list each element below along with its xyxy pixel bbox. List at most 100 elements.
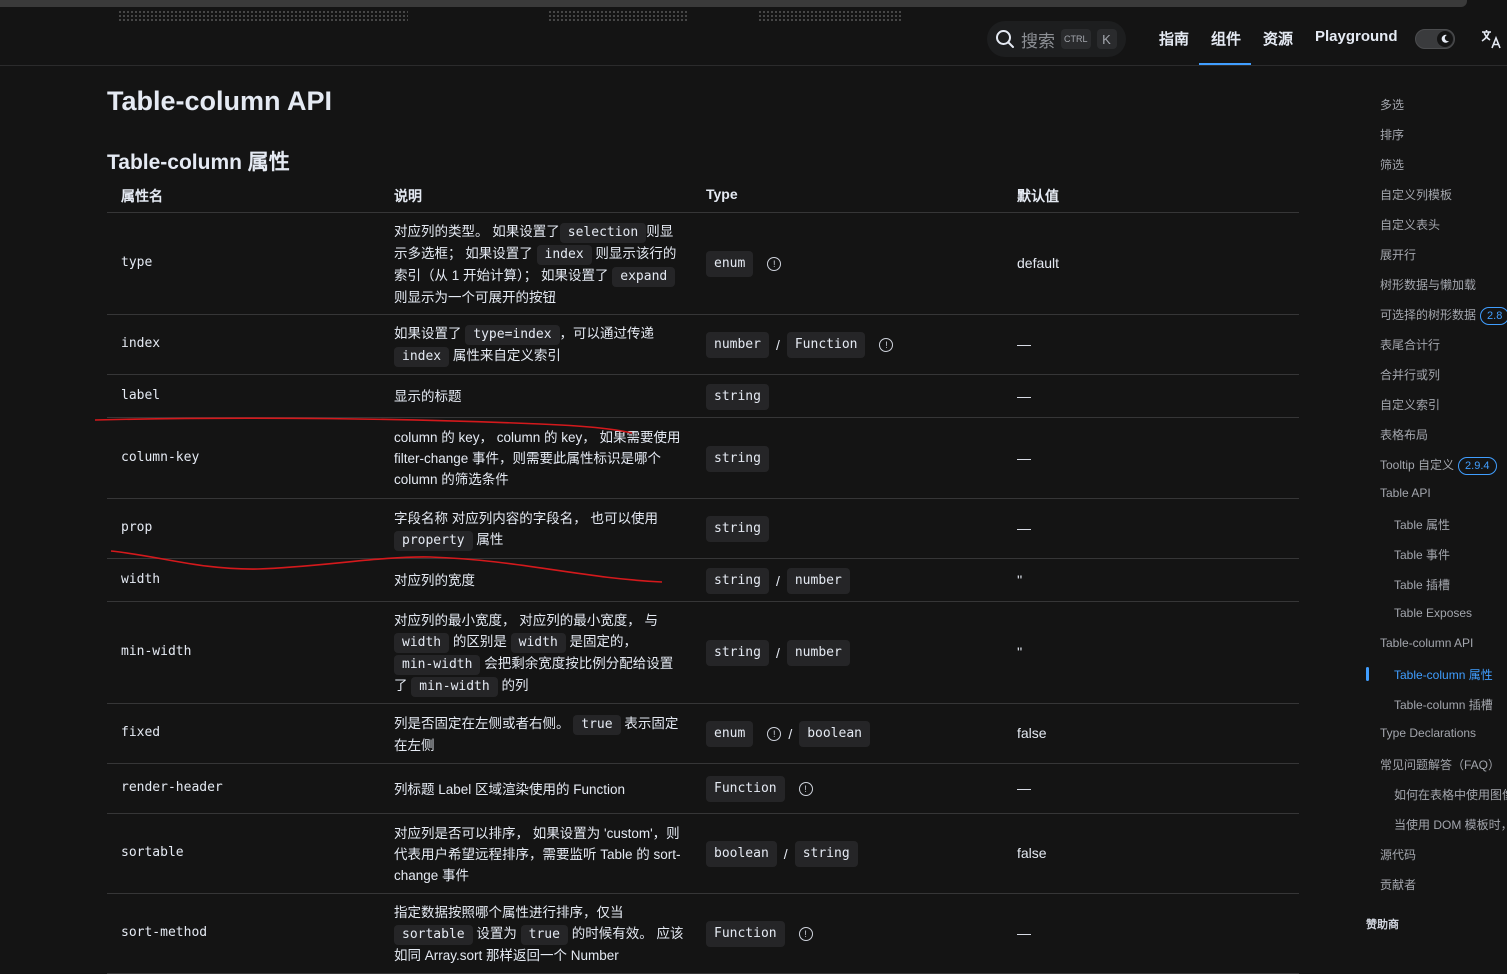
toc-item[interactable]: Table-column API bbox=[1380, 636, 1473, 650]
attr-description: 对应列的类型。 如果设置了 selection 则显示多选框； 如果设置了 inde… bbox=[394, 221, 684, 308]
toc-item[interactable]: 表格布局 bbox=[1380, 426, 1428, 443]
toc-item[interactable]: 树形数据与懒加载 bbox=[1380, 276, 1476, 293]
attr-type: string / number bbox=[706, 567, 850, 594]
type-badge: string bbox=[706, 445, 769, 472]
type-separator: / bbox=[775, 645, 780, 661]
info-icon[interactable]: ! bbox=[798, 927, 813, 941]
toc-item[interactable]: Table API bbox=[1380, 486, 1431, 500]
description-text: 对应列的最小宽度， 对应列的最小宽度， 与 bbox=[394, 612, 659, 628]
toc-item[interactable]: 多选 bbox=[1380, 96, 1404, 113]
search-button[interactable]: 搜索 CTRL K bbox=[987, 21, 1126, 57]
attr-description: 显示的标题 bbox=[394, 386, 684, 407]
type-badge: string bbox=[706, 567, 769, 594]
attr-default: — bbox=[1017, 780, 1031, 796]
toc-item[interactable]: 表尾合计行 bbox=[1380, 336, 1440, 353]
toc-item-label: Table API bbox=[1380, 486, 1431, 500]
header-type: Type bbox=[706, 186, 738, 202]
browser-scrollbar[interactable] bbox=[0, 0, 1467, 7]
attr-type: string bbox=[706, 383, 769, 410]
inline-code: min-width bbox=[394, 654, 481, 675]
attr-type: string bbox=[706, 445, 769, 472]
attr-description: 对应列的宽度 bbox=[394, 570, 684, 591]
inline-code: selection bbox=[559, 222, 647, 243]
info-icon[interactable]: ! bbox=[879, 338, 894, 352]
description-text: 的区别是 bbox=[449, 633, 511, 649]
version-badge: 2.8 bbox=[1480, 307, 1507, 325]
description-text: 属性 bbox=[472, 531, 504, 547]
toc-item[interactable]: Table 插槽 bbox=[1394, 576, 1450, 593]
nav-active-indicator bbox=[1199, 63, 1251, 65]
type-badge: number bbox=[706, 332, 769, 358]
toc-item[interactable]: 贡献者 bbox=[1380, 876, 1416, 893]
toc-item[interactable]: 筛选 bbox=[1380, 156, 1404, 173]
toc-item[interactable]: 展开行 bbox=[1380, 246, 1416, 263]
info-icon[interactable]: ! bbox=[767, 727, 782, 741]
toc-item-label: 如何在表格中使用图像 bbox=[1394, 788, 1507, 802]
toc-item[interactable]: 源代码 bbox=[1380, 846, 1416, 863]
page-title: Table-column API bbox=[107, 86, 333, 116]
attr-default: default bbox=[1017, 255, 1060, 271]
attr-name: sort-method bbox=[121, 925, 208, 940]
toc-item[interactable]: Type Declarations bbox=[1380, 726, 1476, 740]
toc-item-label: Table Exposes bbox=[1394, 606, 1473, 620]
toc-item-label: 筛选 bbox=[1380, 158, 1405, 172]
toc-item[interactable]: Table 事件 bbox=[1394, 546, 1450, 563]
pattern-decoration bbox=[118, 10, 408, 22]
toc-item-label: Table 插槽 bbox=[1394, 578, 1451, 592]
inline-code: true bbox=[573, 714, 621, 735]
toc-item-label: Type Declarations bbox=[1380, 726, 1477, 740]
toc-item[interactable]: 排序 bbox=[1380, 126, 1404, 143]
type-separator: / bbox=[783, 846, 788, 862]
toc-item[interactable]: Table-column 插槽 bbox=[1394, 696, 1493, 713]
description-text: 设置为 bbox=[472, 926, 521, 941]
nav-guide[interactable]: 指南 bbox=[1159, 28, 1189, 49]
attr-name: column-key bbox=[121, 449, 200, 465]
description-text: 对应列是否可以排序， 如果设置为 'custom'，则代表用户希望远程排序，需要… bbox=[394, 825, 681, 883]
header-default: 默认值 bbox=[1017, 188, 1059, 204]
nav-component[interactable]: 组件 bbox=[1211, 28, 1241, 49]
type-badge: Function bbox=[706, 776, 785, 802]
toc-item[interactable]: 如何在表格中使用图像 bbox=[1394, 786, 1507, 803]
description-text: ，可以通过传递 bbox=[559, 326, 655, 341]
description-text: 列是否固定在左侧或者右侧。 bbox=[394, 715, 574, 731]
toc-item[interactable]: 可选择的树形数据 2.8 bbox=[1380, 306, 1507, 325]
type-badge: enum bbox=[706, 251, 754, 277]
toc-item[interactable]: 自定义列模板 bbox=[1380, 186, 1452, 203]
toc-item[interactable]: Tooltip 自定义 2.9.4 bbox=[1380, 456, 1497, 475]
toc-item-label: 合并行或列 bbox=[1380, 368, 1441, 382]
toc-item-label: 自定义索引 bbox=[1380, 398, 1441, 412]
toc-item[interactable]: 合并行或列 bbox=[1380, 366, 1440, 383]
attr-name: render-header bbox=[121, 780, 223, 795]
inline-code: property bbox=[394, 530, 473, 551]
toc-item[interactable]: 当使用 DOM 模板时， bbox=[1394, 816, 1507, 833]
toc-item[interactable]: 常见问题解答（FAQ） bbox=[1380, 756, 1500, 773]
toc-item[interactable]: 自定义表头 bbox=[1380, 216, 1440, 233]
table-row: index 如果设置了 type=index ，可以通过传递 index 属性来自定… bbox=[107, 315, 1299, 375]
header-name: 属性名 bbox=[121, 188, 163, 204]
toc-item[interactable]: 自定义索引 bbox=[1380, 396, 1440, 413]
toc-item-label: 展开行 bbox=[1380, 248, 1417, 262]
nav-resource[interactable]: 资源 bbox=[1263, 28, 1293, 49]
attr-name: prop bbox=[121, 520, 153, 535]
type-badge: number bbox=[786, 640, 850, 666]
description-text: 指定数据按照哪个属性进行排序，仅当 bbox=[394, 905, 624, 920]
attr-default: — bbox=[1017, 449, 1031, 466]
description-text: 如果设置了 bbox=[394, 326, 466, 341]
toc-item-label: 表格布局 bbox=[1380, 428, 1429, 442]
table-row: type 对应列的类型。 如果设置了 selection 则显示多选框； 如果设置了 … bbox=[107, 213, 1299, 315]
table-header: 属性名 说明 Type 默认值 bbox=[107, 176, 1299, 213]
dark-mode-toggle[interactable] bbox=[1415, 29, 1455, 49]
translate-icon[interactable] bbox=[1479, 27, 1503, 51]
toc-item[interactable]: Table-column 属性 bbox=[1394, 666, 1493, 683]
info-icon[interactable]: ! bbox=[767, 257, 782, 271]
info-icon[interactable]: ! bbox=[798, 782, 813, 796]
toc-item-label: 树形数据与懒加载 bbox=[1380, 278, 1477, 292]
toc-item[interactable]: Table Exposes bbox=[1394, 606, 1472, 620]
toc-item[interactable]: Table 属性 bbox=[1394, 516, 1450, 533]
nav-playground[interactable]: Playground bbox=[1315, 28, 1398, 45]
toc-item-label: 可选择的树形数据 bbox=[1380, 308, 1477, 322]
attr-default: — bbox=[1017, 336, 1031, 352]
description-text: 属性来自定义索引 bbox=[449, 348, 561, 363]
type-separator: / bbox=[788, 726, 793, 742]
toc-item-label: 当使用 DOM 模板时， bbox=[1394, 818, 1507, 832]
